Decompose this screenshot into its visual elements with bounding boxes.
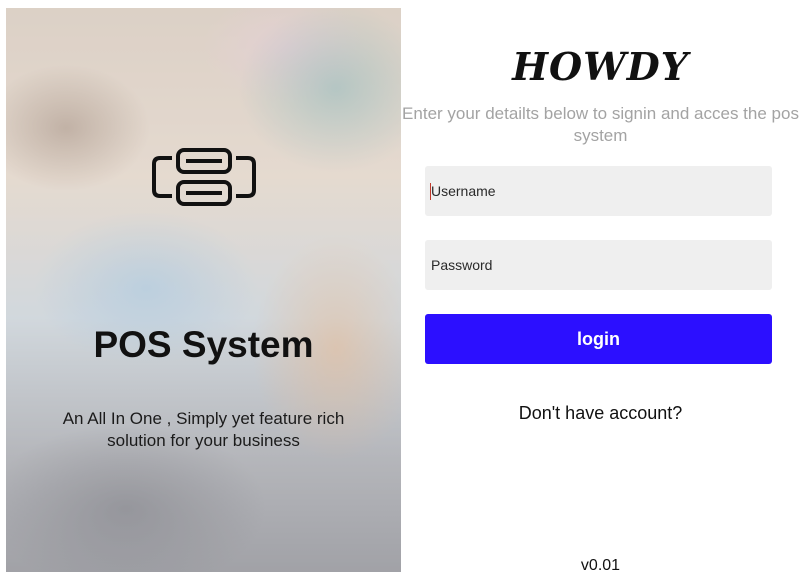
greeting-heading: HOWDY [512, 44, 689, 89]
login-button[interactable]: login [425, 314, 772, 364]
text-cursor [430, 183, 431, 200]
app-tagline: An All In One , Simply yet feature rich … [62, 409, 345, 450]
signup-link[interactable]: Don't have account? [401, 403, 800, 424]
app-title: POS System [93, 324, 314, 365]
username-input[interactable] [425, 166, 772, 216]
pos-printer-icon [152, 148, 256, 206]
login-screen: POS System An All In One , Simply yet fe… [0, 0, 800, 572]
version-label: v0.01 [580, 557, 621, 572]
hero-background-image [6, 8, 401, 572]
login-form: HOWDY Enter your detailts below to signi… [401, 0, 800, 572]
hero-panel: POS System An All In One , Simply yet fe… [6, 8, 401, 572]
password-input[interactable] [425, 240, 772, 290]
login-instructions: Enter your detailts below to signin and … [402, 104, 799, 145]
